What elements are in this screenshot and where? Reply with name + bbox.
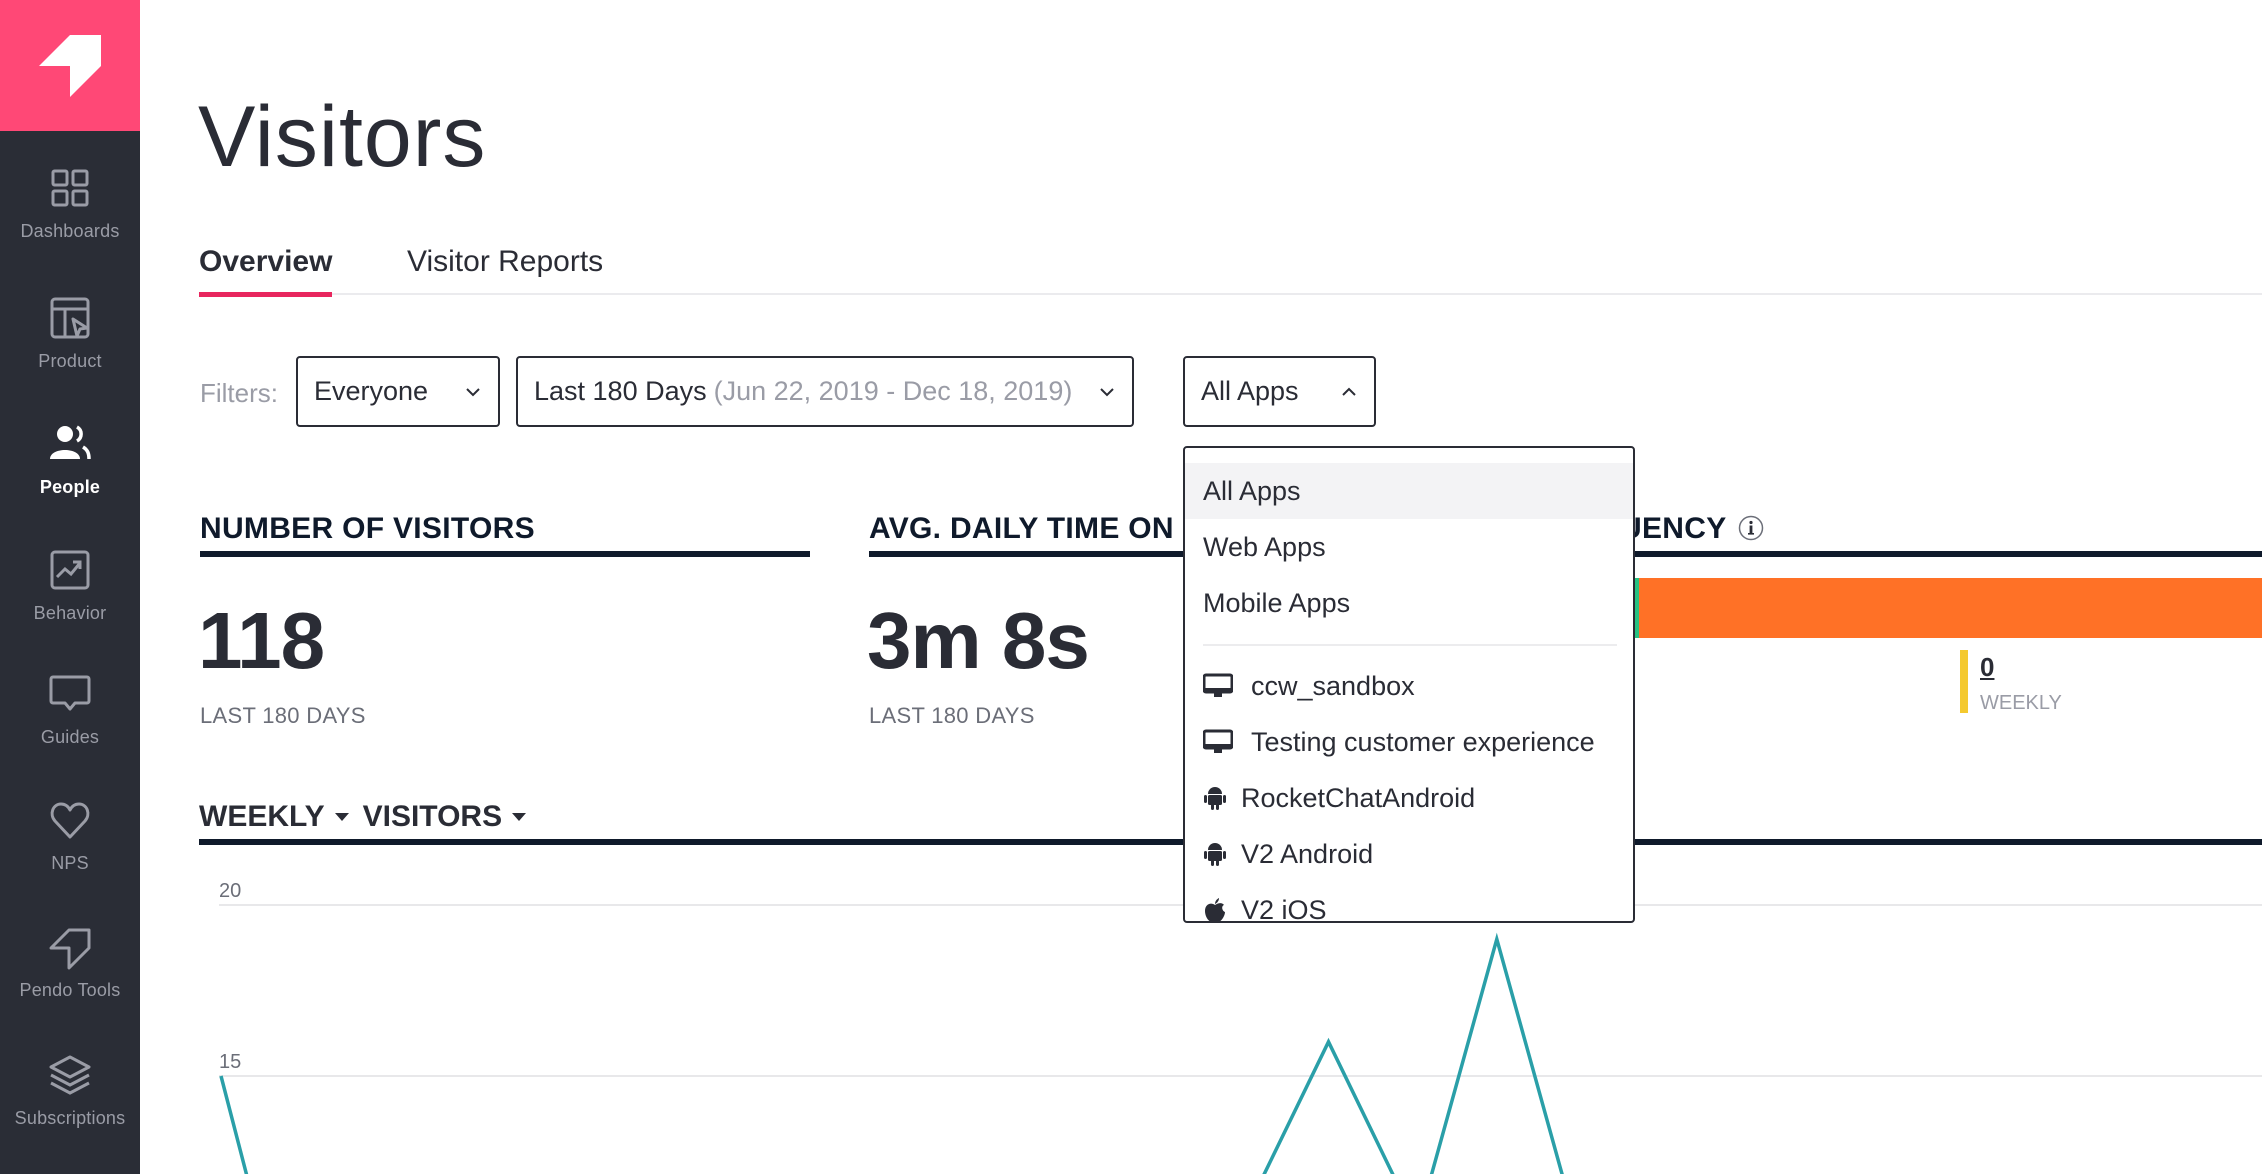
- caret-down-icon: [334, 813, 349, 821]
- android-icon: [1204, 843, 1226, 866]
- sidebar-item-label: Guides: [40, 727, 100, 747]
- chevron-down-icon: [466, 387, 480, 396]
- app-dropdown-menu: All Apps Web Apps Mobile Apps ccw_sandbo…: [1183, 446, 1635, 923]
- visitors-metric-title: NUMBER OF VISITORS: [200, 512, 535, 545]
- segment-value: Everyone: [314, 376, 429, 406]
- menu-item-app[interactable]: V2 Android: [1185, 826, 1633, 882]
- menu-item-label: V2 iOS: [1241, 894, 1327, 923]
- sidebar-item-behavior[interactable]: Behavior: [0, 547, 140, 657]
- date-range-select[interactable]: Last 180 Days (Jun 22, 2019 - Dec 18, 20…: [516, 356, 1134, 427]
- tab-overview[interactable]: Overview: [199, 245, 333, 297]
- visitors-line-chart: 2015: [219, 880, 2262, 1174]
- frequency-weekly-count[interactable]: 0: [1980, 652, 1994, 683]
- menu-item-label: Web Apps: [1203, 531, 1326, 562]
- sidebar-item-product[interactable]: Product: [0, 295, 140, 405]
- y-tick-label: 15: [219, 1051, 241, 1073]
- date-range-detail: (Jun 22, 2019 - Dec 18, 2019): [713, 376, 1073, 406]
- heart-icon: [50, 802, 90, 839]
- menu-item-app[interactable]: ccw_sandbox: [1185, 658, 1633, 714]
- home-logo[interactable]: [0, 0, 140, 131]
- tab-bar: Overview Visitor Reports: [199, 245, 2262, 297]
- metric-label: VISITORS: [362, 800, 503, 833]
- sidebar-item-label: People: [39, 477, 101, 497]
- sidebar-item-label: Behavior: [33, 603, 107, 623]
- trend-chart-icon: [50, 550, 90, 590]
- sidebar-item-dashboards[interactable]: Dashboards: [0, 165, 140, 275]
- filters-label: Filters:: [200, 378, 278, 408]
- layout-cursor-icon: [50, 297, 90, 339]
- sidebar-item-label: Dashboards: [20, 221, 120, 241]
- y-tick-label: 20: [219, 880, 241, 902]
- frequency-bar-segment: [1639, 578, 2262, 638]
- desktop-icon: [1203, 729, 1233, 753]
- caret-down-icon: [512, 813, 527, 821]
- apple-icon: [1205, 898, 1225, 921]
- menu-item-all-apps[interactable]: All Apps: [1185, 463, 1633, 519]
- time-metric-title: AVG. DAILY TIME ON: [869, 512, 1174, 545]
- menu-item-label: ccw_sandbox: [1251, 670, 1415, 701]
- time-metric-period: LAST 180 DAYS: [869, 703, 1035, 728]
- desktop-icon: [1203, 673, 1233, 697]
- chevron-up-icon: [1342, 387, 1356, 396]
- period-dropdown[interactable]: WEEKLY: [199, 800, 355, 834]
- menu-divider: [1203, 644, 1617, 646]
- menu-item-app[interactable]: Testing customer experience: [1185, 714, 1633, 770]
- menu-item-label: Mobile Apps: [1203, 587, 1351, 618]
- page-title: Visitors: [198, 89, 487, 185]
- menu-item-label: V2 Android: [1241, 838, 1374, 869]
- menu-item-label: All Apps: [1203, 475, 1301, 506]
- app-select[interactable]: All Apps: [1183, 356, 1376, 427]
- app-select-value: All Apps: [1201, 376, 1299, 406]
- menu-item-app[interactable]: RocketChatAndroid: [1185, 770, 1633, 826]
- chart-header: WEEKLY VISITORS: [199, 800, 532, 834]
- chevron-down-icon: [1100, 387, 1114, 396]
- menu-item-mobile-apps[interactable]: Mobile Apps: [1185, 575, 1633, 631]
- date-range-value: Last 180 Days: [534, 376, 707, 406]
- frequency-metric-title: UENCY: [1620, 512, 1727, 545]
- frequency-weekly-marker: [1960, 650, 1968, 713]
- grid-icon: [51, 169, 89, 207]
- tab-visitor-reports[interactable]: Visitor Reports: [407, 245, 603, 295]
- metric-divider: [869, 551, 1189, 557]
- sidebar-item-label: Product: [38, 351, 102, 371]
- metric-divider: [200, 551, 810, 557]
- speech-bubble-icon: [49, 675, 91, 711]
- sidebar-item-people[interactable]: People: [0, 421, 140, 531]
- metric-divider: [1620, 551, 2262, 557]
- menu-item-label: RocketChatAndroid: [1241, 782, 1476, 813]
- pendo-flag-icon: [39, 34, 101, 97]
- info-icon[interactable]: [1738, 515, 1764, 541]
- menu-item-label: Testing customer experience: [1251, 726, 1595, 757]
- android-icon: [1204, 787, 1226, 810]
- people-icon: [50, 425, 91, 460]
- visitors-metric-value: 118: [198, 596, 325, 685]
- sidebar-item-guides[interactable]: Guides: [0, 671, 140, 781]
- frequency-weekly-label: WEEKLY: [1980, 692, 2062, 714]
- segment-select[interactable]: Everyone: [296, 356, 500, 427]
- menu-item-web-apps[interactable]: Web Apps: [1185, 519, 1633, 575]
- period-label: WEEKLY: [199, 800, 325, 833]
- metric-dropdown[interactable]: VISITORS: [363, 800, 532, 834]
- time-metric-value: 3m 8s: [867, 596, 1090, 685]
- menu-item-app[interactable]: V2 iOS: [1185, 882, 1633, 923]
- visitors-metric-period: LAST 180 DAYS: [200, 703, 366, 728]
- series-line-visitors: [219, 932, 1564, 1174]
